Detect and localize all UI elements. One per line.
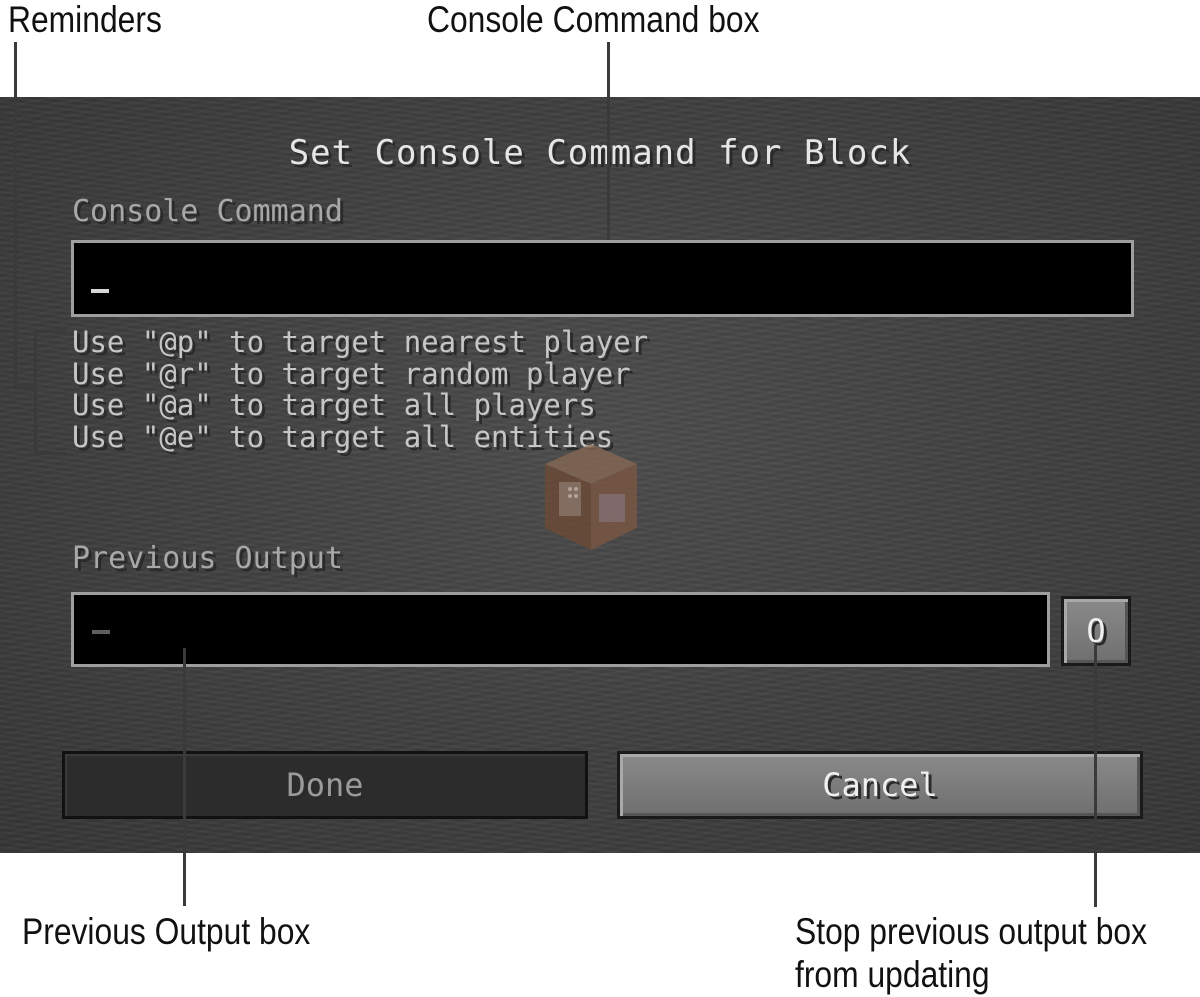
command-block-icon	[545, 444, 637, 550]
reminders-leader-horizontal	[14, 386, 36, 389]
reminders-bracket-bottom	[34, 452, 66, 455]
reminders-list: Use "@p" to target nearest player Use "@…	[72, 325, 649, 453]
callout-reminders: Reminders	[8, 0, 162, 40]
command-block-screen: Set Console Command for Block Console Co…	[0, 97, 1200, 853]
callout-console-command-box: Console Command box	[427, 0, 760, 40]
annotated-screenshot: Reminders Console Command box Previous O…	[0, 0, 1200, 997]
cancel-button-label: Cancel	[822, 766, 938, 804]
callout-previous-output-box: Previous Output box	[22, 911, 311, 952]
previous-output-value	[92, 630, 110, 634]
reminders-leader-vertical	[14, 42, 17, 388]
console-command-label: Console Command	[72, 194, 343, 229]
previous-output-leader	[183, 648, 186, 906]
reminders-bracket-vertical	[34, 330, 37, 455]
dialog-title: Set Console Command for Block	[288, 133, 912, 173]
console-command-input[interactable]	[71, 240, 1134, 317]
hint-nearest-player: Use "@p" to target nearest player	[72, 325, 649, 359]
callout-stop-updating-line1: Stop previous output box	[795, 911, 1148, 952]
previous-output-box[interactable]	[71, 592, 1050, 667]
stop-updating-leader	[1094, 645, 1097, 907]
hint-all-players: Use "@a" to target all players	[72, 388, 596, 422]
callout-stop-updating-line2: from updating	[795, 954, 990, 995]
hint-random-player: Use "@r" to target random player	[72, 356, 631, 391]
previous-output-label: Previous Output	[72, 541, 343, 576]
done-button[interactable]: Done	[62, 751, 588, 819]
text-cursor	[91, 289, 109, 293]
reminders-bracket-top	[34, 330, 66, 333]
cancel-button[interactable]: Cancel	[617, 751, 1143, 819]
console-command-leader	[607, 42, 610, 240]
done-button-label: Done	[286, 766, 364, 804]
